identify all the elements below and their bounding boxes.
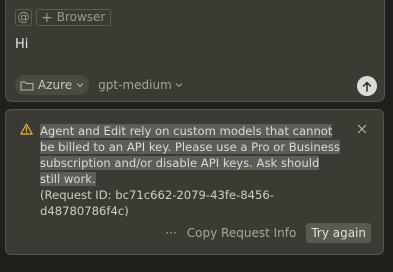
arrow-up-icon (362, 81, 372, 92)
chevron-down-icon (175, 83, 183, 88)
chevron-down-icon (76, 83, 84, 88)
warning-icon (20, 123, 33, 135)
composer-toolbar: Azure gpt-medium (15, 75, 183, 95)
copy-request-info-button[interactable]: ··· Copy Request Info (165, 226, 296, 240)
chat-composer: @ + Browser Hi Azure gpt-medium (5, 0, 385, 102)
provider-selector[interactable]: Azure (15, 75, 90, 95)
error-alert: Agent and Edit rely on custom models tha… (5, 109, 384, 255)
message-input[interactable]: Hi (15, 37, 28, 52)
browser-chip[interactable]: + Browser (36, 9, 112, 26)
more-dots-icon: ··· (165, 226, 177, 240)
send-button[interactable] (357, 76, 377, 96)
close-icon[interactable] (357, 124, 367, 134)
folder-icon (20, 80, 34, 91)
context-row: @ + Browser (15, 9, 112, 26)
at-icon: @ (17, 10, 30, 24)
provider-label: Azure (38, 78, 73, 92)
add-context-button[interactable]: @ (15, 9, 32, 26)
try-again-button[interactable]: Try again (306, 223, 371, 243)
model-selector[interactable]: gpt-medium (98, 78, 183, 92)
alert-actions: ··· Copy Request Info Try again (165, 223, 371, 243)
alert-message: Agent and Edit rely on custom models tha… (40, 123, 340, 219)
copy-request-info-label: Copy Request Info (186, 226, 297, 240)
alert-message-highlighted: Agent and Edit rely on custom models tha… (40, 124, 340, 186)
browser-chip-label: Browser (56, 10, 106, 24)
plus-icon: + (41, 9, 53, 26)
model-label: gpt-medium (98, 78, 172, 92)
request-id: (Request ID: bc71c662-2079-43fe-8456-d48… (40, 188, 274, 218)
